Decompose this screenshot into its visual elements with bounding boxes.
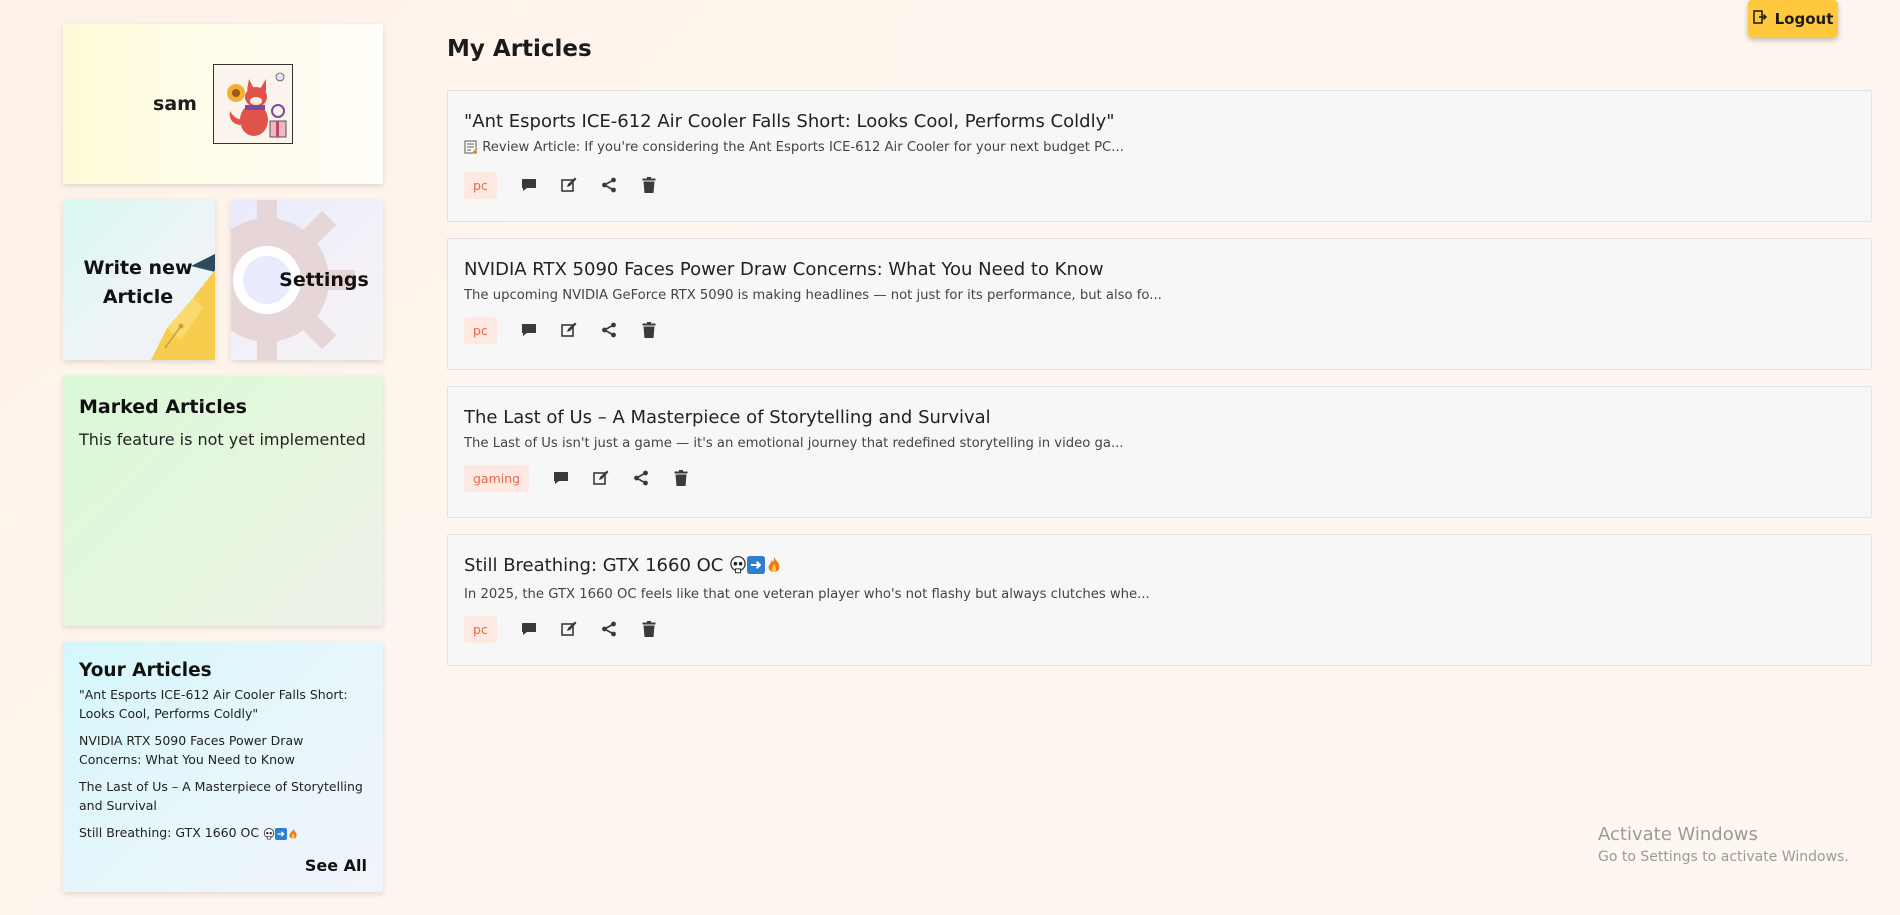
app-root: sam Write new Article Settings Marked Ar… [0,0,1900,915]
watermark-line-2: Go to Settings to activate Windows. [1598,849,1849,865]
right-arrow-emoji-icon [747,556,766,579]
action-tiles: Write new Article Settings [63,200,383,360]
trash-icon[interactable] [629,170,669,200]
edit-icon[interactable] [549,614,589,644]
logout-icon [1752,9,1767,28]
edit-icon[interactable] [549,315,589,345]
article-tag[interactable]: pc [464,615,497,643]
share-icon[interactable] [589,315,629,345]
logout-label: Logout [1774,9,1834,28]
trash-icon[interactable] [629,315,669,345]
article-tag[interactable]: gaming [464,464,530,492]
share-icon[interactable] [589,614,629,644]
article-title-text: Still Breathing: GTX 1660 OC [464,555,724,576]
settings-button[interactable]: Settings [231,200,383,360]
your-article-link[interactable]: NVIDIA RTX 5090 Faces Power Draw Concern… [79,731,367,769]
article-excerpt: In 2025, the GTX 1660 OC feels like that… [464,587,1150,602]
write-article-button[interactable]: Write new Article [63,200,215,360]
your-article-link[interactable]: Still Breathing: GTX 1660 OC [79,823,367,845]
article-excerpt: Review Article: If you're considering th… [464,140,1855,158]
article-actions: pc [464,315,1855,345]
article-card[interactable]: The Last of Us – A Masterpiece of Storyt… [447,386,1872,518]
comment-icon[interactable] [509,614,549,644]
article-tag[interactable]: pc [464,171,497,199]
fire-emoji-icon [287,826,299,845]
write-article-label: Write new Article [83,257,193,308]
your-articles-card: Your Articles "Ant Esports ICE-612 Air C… [63,642,383,892]
article-card[interactable]: "Ant Esports ICE-612 Air Cooler Falls Sh… [447,90,1872,222]
avatar[interactable] [212,64,293,144]
comment-icon[interactable] [509,170,549,200]
skull-emoji-icon [729,556,747,579]
edit-icon[interactable] [581,463,621,493]
windows-activation-watermark: Activate Windows Go to Settings to activ… [1598,824,1849,865]
marked-articles-title: Marked Articles [79,396,247,418]
settings-label: Settings [279,269,369,291]
share-icon[interactable] [621,463,661,493]
article-card[interactable]: NVIDIA RTX 5090 Faces Power Draw Concern… [447,238,1872,370]
comment-icon[interactable] [509,315,549,345]
article-excerpt: The upcoming NVIDIA GeForce RTX 5090 is … [464,288,1162,303]
right-arrow-emoji-icon [275,826,288,845]
share-icon[interactable] [589,170,629,200]
article-actions: pc [464,170,1855,200]
trash-icon[interactable] [629,614,669,644]
your-article-link[interactable]: The Last of Us – A Masterpiece of Storyt… [79,777,367,815]
article-actions: pc [464,614,1855,644]
article-excerpt: The Last of Us isn't just a game — it's … [464,436,1124,451]
marked-articles-text: This feature is not yet implemented [79,430,366,449]
article-title[interactable]: "Ant Esports ICE-612 Air Cooler Falls Sh… [464,111,1855,132]
watermark-line-1: Activate Windows [1598,824,1758,845]
profile-name: sam [153,93,197,115]
skull-emoji-icon [263,826,275,845]
trash-icon[interactable] [661,463,701,493]
profile-card: sam [63,24,383,184]
your-article-link-text: Still Breathing: GTX 1660 OC [79,825,260,840]
page-title: My Articles [447,36,592,62]
article-title[interactable]: NVIDIA RTX 5090 Faces Power Draw Concern… [464,259,1855,280]
article-actions: gaming [464,463,1855,493]
article-tag[interactable]: pc [464,316,497,344]
article-title[interactable]: Still Breathing: GTX 1660 OC [464,555,1855,579]
memo-icon [464,140,478,158]
logout-button[interactable]: Logout [1748,0,1838,37]
edit-icon[interactable] [549,170,589,200]
comment-icon[interactable] [541,463,581,493]
article-title[interactable]: The Last of Us – A Masterpiece of Storyt… [464,407,1855,428]
article-excerpt-text: Review Article: If you're considering th… [482,140,1124,155]
article-card[interactable]: Still Breathing: GTX 1660 OC In 2025, th… [447,534,1872,666]
marked-articles-card: Marked Articles This feature is not yet … [63,376,383,626]
fire-emoji-icon [765,556,783,579]
your-articles-title: Your Articles [79,660,212,681]
see-all-link[interactable]: See All [305,856,367,875]
article-list: "Ant Esports ICE-612 Air Cooler Falls Sh… [447,90,1872,682]
your-article-link[interactable]: "Ant Esports ICE-612 Air Cooler Falls Sh… [79,685,367,723]
